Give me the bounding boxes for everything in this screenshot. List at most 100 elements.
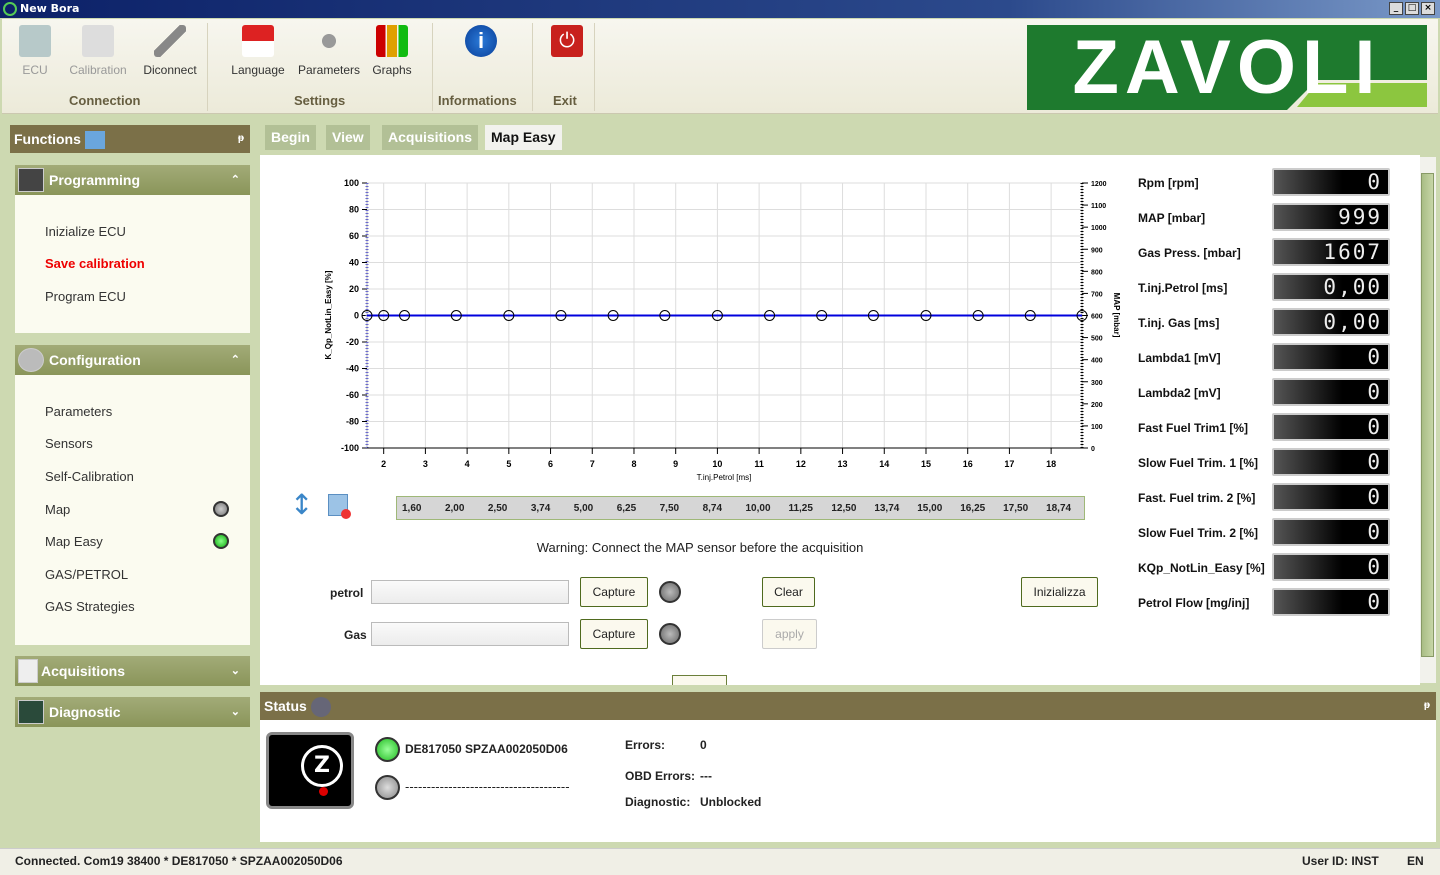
vertical-scrollbar[interactable] bbox=[1420, 157, 1436, 683]
readout-display: 999 bbox=[1272, 203, 1390, 231]
readout-label: Slow Fuel Trim. 1 [%] bbox=[1138, 456, 1259, 470]
clear-button[interactable]: Clear bbox=[762, 577, 815, 607]
pin-icon[interactable]: ᵽ bbox=[1424, 692, 1430, 720]
petrol-capture-led bbox=[659, 581, 681, 603]
readout-label: Fast. Fuel trim. 2 [%] bbox=[1138, 491, 1256, 505]
pin-icon[interactable]: ᵽ bbox=[238, 125, 244, 153]
table-cell[interactable]: 17,50 bbox=[998, 497, 1041, 519]
table-cell[interactable]: 6,25 bbox=[612, 497, 655, 519]
delete-table-icon[interactable] bbox=[328, 494, 351, 519]
diagnostic-value: Unblocked bbox=[700, 795, 762, 809]
chevron-down-icon: ⌄ bbox=[230, 706, 240, 718]
table-cell[interactable]: 2,50 bbox=[483, 497, 526, 519]
bar-graph-icon bbox=[376, 25, 408, 57]
exit-button[interactable]: ⏻ bbox=[550, 25, 584, 63]
section-acquisitions[interactable]: Acquisitions ⌄ bbox=[15, 656, 250, 686]
window-title: New Bora bbox=[20, 2, 80, 15]
table-cell[interactable]: 15,00 bbox=[912, 497, 955, 519]
table-cell[interactable]: 13,74 bbox=[869, 497, 912, 519]
readout-label: Lambda1 [mV] bbox=[1138, 351, 1221, 365]
menu-item-sensors[interactable]: Sensors bbox=[45, 436, 93, 451]
disconnect-cable-icon bbox=[154, 25, 186, 57]
map-easy-status-led bbox=[213, 533, 229, 549]
language-button[interactable]: Language bbox=[228, 25, 288, 77]
diagnostic-icon bbox=[18, 700, 44, 724]
apply-button[interactable]: apply bbox=[762, 619, 817, 649]
device-id: DE817050 SPZAA002050D06 bbox=[405, 742, 568, 756]
info-icon: i bbox=[465, 25, 497, 57]
menu-item-parameters[interactable]: Parameters bbox=[45, 404, 112, 419]
title-bar: New Bora _ □ × bbox=[0, 0, 1440, 18]
language-indicator: EN bbox=[1407, 854, 1424, 868]
menu-item-map-easy[interactable]: Map Easy bbox=[45, 534, 103, 549]
tab-map-easy[interactable]: Map Easy bbox=[485, 125, 562, 150]
section-programming[interactable]: Programming ⌃ bbox=[15, 165, 250, 195]
table-cell[interactable]: 16,25 bbox=[955, 497, 998, 519]
zavoli-logo: ZAVOLI bbox=[1027, 25, 1427, 110]
readout-display: 0 bbox=[1272, 553, 1390, 581]
readout-label: Lambda2 [mV] bbox=[1138, 386, 1221, 400]
disconnect-button[interactable]: Diconnect bbox=[140, 25, 200, 77]
diagnostic-label: Diagnostic: bbox=[625, 795, 691, 809]
table-cell[interactable]: 18,74 bbox=[1041, 497, 1084, 519]
table-cell[interactable]: 11,25 bbox=[783, 497, 826, 519]
menu-item-map[interactable]: Map bbox=[45, 502, 70, 517]
programming-body: Inizialize ECU Save calibration Program … bbox=[15, 195, 250, 333]
petrol-input[interactable] bbox=[371, 580, 569, 604]
section-configuration[interactable]: Configuration ⌃ bbox=[15, 345, 250, 375]
inizializza-button[interactable]: Inizializza bbox=[1021, 577, 1098, 607]
minimize-button[interactable]: _ bbox=[1389, 2, 1403, 15]
menu-item-self-calibration[interactable]: Self-Calibration bbox=[45, 469, 134, 484]
table-cell[interactable]: 7,50 bbox=[655, 497, 698, 519]
readout-display: 0 bbox=[1272, 518, 1390, 546]
divider bbox=[532, 23, 533, 111]
obd-errors-value: --- bbox=[700, 769, 712, 783]
vertical-resize-arrow-icon[interactable]: ↕ bbox=[290, 490, 313, 522]
tab-acquisitions[interactable]: Acquisitions bbox=[382, 125, 479, 150]
menu-item-save-calibration[interactable]: Save calibration bbox=[45, 256, 145, 271]
petrol-label: petrol bbox=[330, 586, 364, 600]
group-label-connection: Connection bbox=[69, 93, 141, 108]
readout-display: 0 bbox=[1272, 413, 1390, 441]
menu-item-gas-strategies[interactable]: GAS Strategies bbox=[45, 599, 135, 614]
tab-begin[interactable]: Begin bbox=[265, 125, 316, 150]
acquisitions-icon bbox=[18, 659, 38, 683]
status-header: Status ᵽ bbox=[260, 692, 1436, 720]
hidden-button[interactable] bbox=[672, 675, 727, 685]
table-cell[interactable]: 3,74 bbox=[526, 497, 569, 519]
menu-item-program-ecu[interactable]: Program ECU bbox=[45, 289, 126, 304]
parameters-button[interactable]: Parameters bbox=[296, 25, 362, 77]
gas-input[interactable] bbox=[371, 622, 569, 646]
informations-button[interactable]: i bbox=[464, 25, 498, 63]
readout-label: MAP [mbar] bbox=[1138, 211, 1206, 225]
capture-gas-button[interactable]: Capture bbox=[580, 619, 648, 649]
graphs-button[interactable]: Graphs bbox=[370, 25, 414, 77]
functions-icon bbox=[84, 131, 105, 150]
tab-view[interactable]: View bbox=[326, 125, 370, 150]
readout-display: 0 bbox=[1272, 448, 1390, 476]
maximize-button[interactable]: □ bbox=[1405, 2, 1419, 15]
table-cell[interactable]: 1,60 bbox=[397, 497, 440, 519]
table-cell[interactable]: 5,00 bbox=[569, 497, 612, 519]
table-cell[interactable]: 8,74 bbox=[698, 497, 741, 519]
calibration-button[interactable]: Calibration bbox=[66, 25, 130, 77]
user-id: User ID: INST bbox=[1302, 854, 1379, 868]
flags-icon bbox=[242, 25, 274, 57]
functions-panel: Functions ᵽ bbox=[10, 125, 250, 153]
status-panel: Z DE817050 SPZAA002050D06 --------------… bbox=[260, 720, 1436, 842]
close-button[interactable]: × bbox=[1421, 2, 1435, 15]
app-logo-icon bbox=[3, 2, 17, 16]
warning-text: Warning: Connect the MAP sensor before t… bbox=[536, 540, 864, 555]
gear-icon bbox=[18, 348, 44, 372]
table-cell[interactable]: 2,00 bbox=[440, 497, 483, 519]
readout-display: 0 bbox=[1272, 168, 1390, 196]
menu-item-inizialize-ecu[interactable]: Inizialize ECU bbox=[45, 224, 126, 239]
capture-petrol-button[interactable]: Capture bbox=[580, 577, 648, 607]
svg-text:ZAVOLI: ZAVOLI bbox=[1072, 25, 1381, 110]
table-cell[interactable]: 10,00 bbox=[741, 497, 784, 519]
ecu-button[interactable]: ECU bbox=[18, 25, 52, 77]
table-cell[interactable]: 12,50 bbox=[826, 497, 869, 519]
menu-item-gas-petrol[interactable]: GAS/PETROL bbox=[45, 567, 128, 582]
scrollbar-thumb[interactable] bbox=[1421, 173, 1434, 657]
section-diagnostic[interactable]: Diagnostic ⌄ bbox=[15, 697, 250, 727]
